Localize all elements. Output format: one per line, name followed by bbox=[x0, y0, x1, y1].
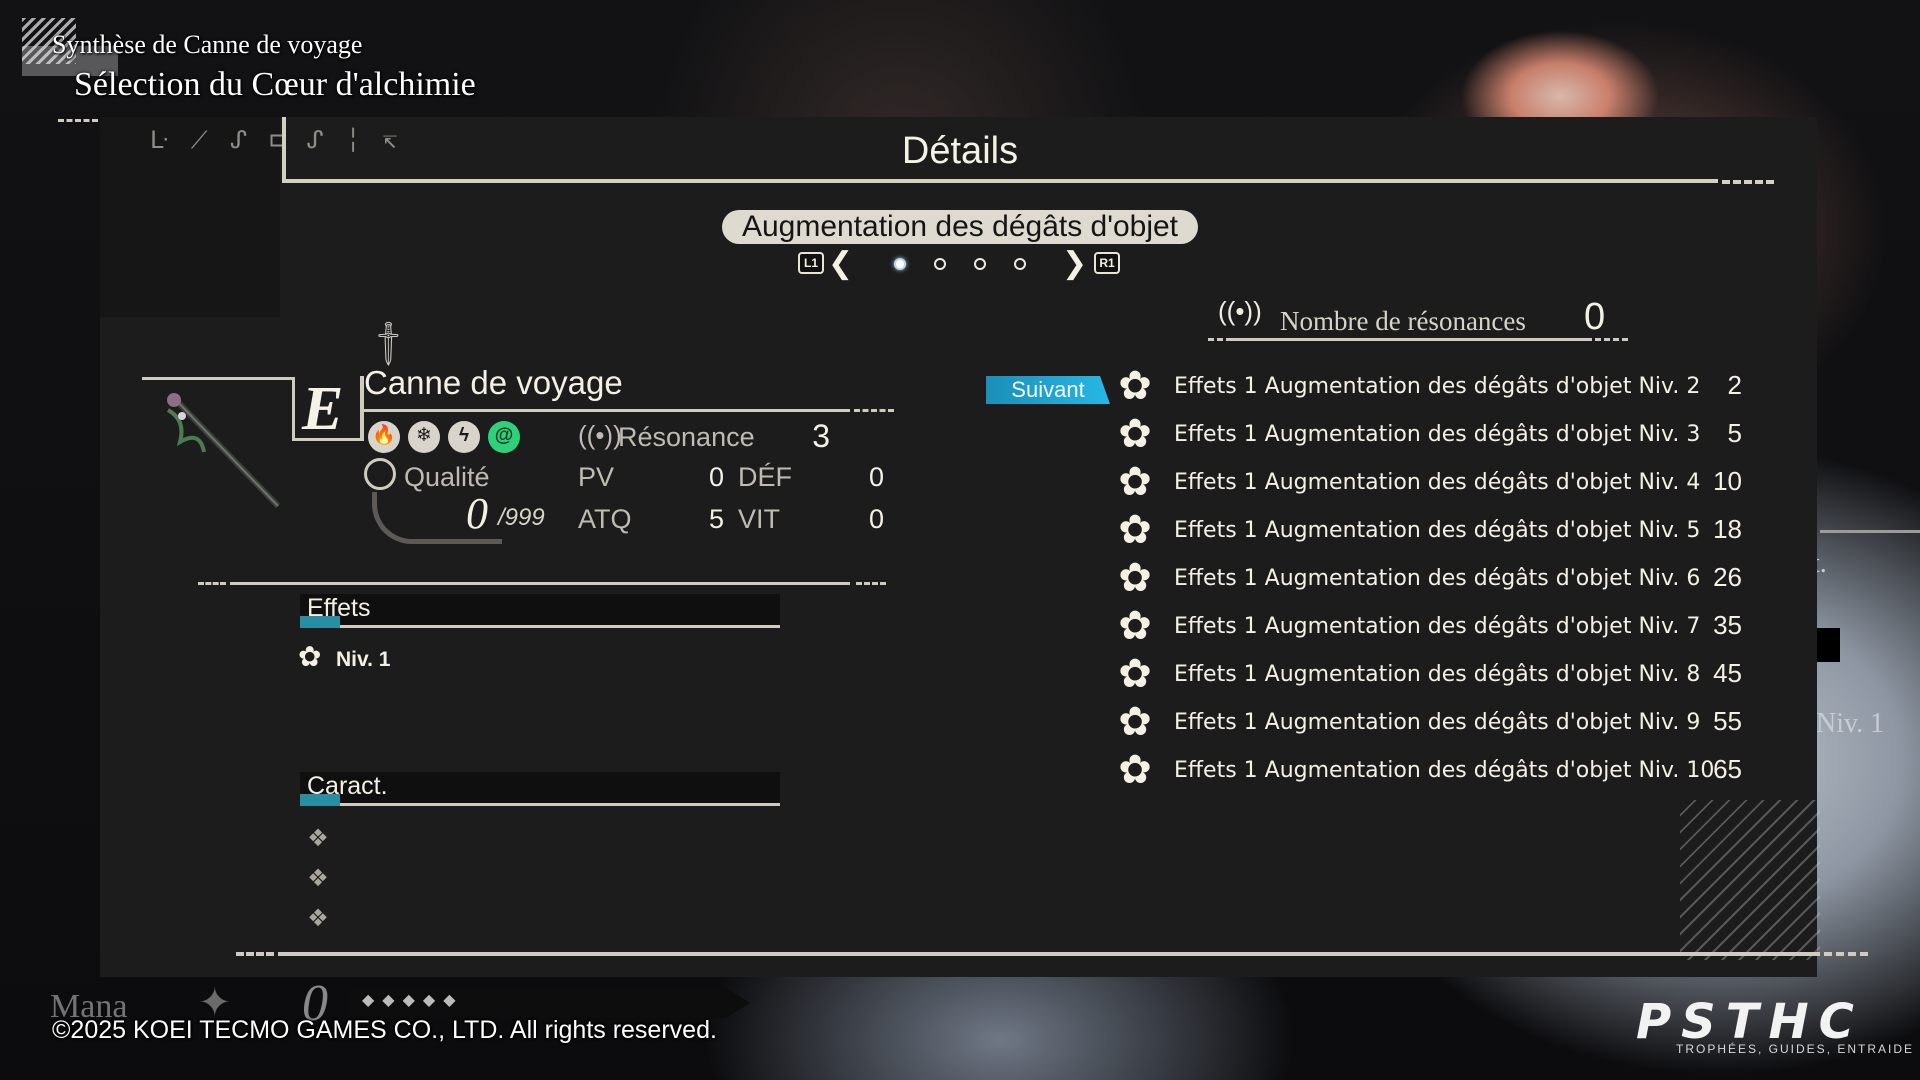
effect-row[interactable]: ✿ Effets 1 Augmentation des dégâts d'obje… bbox=[1112, 558, 1742, 598]
effect-clover-icon: ✿ bbox=[298, 641, 322, 672]
empty-trait-slot-icon[interactable]: ❖ bbox=[304, 905, 332, 933]
clover-icon: ✿ bbox=[1118, 700, 1152, 744]
r1-button-icon[interactable]: R1 bbox=[1094, 252, 1120, 274]
bottom-dash bbox=[236, 952, 274, 956]
l1-button-icon[interactable]: L1 bbox=[798, 252, 824, 274]
item-name-underline bbox=[364, 409, 850, 412]
clover-icon: ✿ bbox=[1118, 364, 1152, 408]
resonance-underline bbox=[1232, 338, 1592, 341]
effect-row[interactable]: ✿ Effets 1 Augmentation des dégâts d'obje… bbox=[1112, 750, 1742, 790]
stat-def-label: DÉF bbox=[738, 462, 792, 492]
ice-icon: ❄ bbox=[408, 421, 440, 453]
effect-row-text: Effets 1 Augmentation des dégâts d'objet… bbox=[1174, 566, 1701, 591]
clover-icon: ✿ bbox=[1118, 556, 1152, 600]
effect-row-text: Effets 1 Augmentation des dégâts d'objet… bbox=[1174, 374, 1701, 399]
clover-icon: ✿ bbox=[1118, 508, 1152, 552]
chevron-left-icon[interactable]: ❮ bbox=[828, 246, 853, 281]
clover-icon: ✿ bbox=[1118, 604, 1152, 648]
clover-icon: ✿ bbox=[1118, 652, 1152, 696]
effect-row-value: 55 bbox=[1713, 706, 1742, 736]
effect-row-value: 65 bbox=[1713, 754, 1742, 784]
effects-section-title: Effets bbox=[307, 594, 371, 622]
item-grade: E bbox=[302, 375, 344, 443]
stat-def-value: 0 bbox=[868, 462, 884, 492]
resonance-icon: ((•)) bbox=[578, 420, 622, 450]
mana-pips: ◆◆◆◆◆ bbox=[362, 992, 464, 1009]
resonance-count-label: Nombre de résonances bbox=[1280, 306, 1526, 336]
divider-line bbox=[230, 582, 850, 585]
resonance-icon: ((•)) bbox=[1218, 296, 1262, 326]
resonance-label: Résonance bbox=[618, 422, 755, 452]
effect-row[interactable]: ✿ Effets 1 Augmentation des dégâts d'obje… bbox=[1112, 414, 1742, 454]
item-name-dash bbox=[854, 409, 894, 412]
background-text-niv: Niv. 1 bbox=[1816, 708, 1885, 739]
effect-row-text: Effets 1 Augmentation des dégâts d'objet… bbox=[1174, 710, 1701, 735]
quality-max: /999 bbox=[498, 504, 545, 531]
stat-vit-value: 0 bbox=[868, 504, 884, 534]
clover-icon: ✿ bbox=[1118, 748, 1152, 792]
bottom-line bbox=[278, 952, 1820, 956]
stat-vit-label: VIT bbox=[738, 504, 781, 534]
quality-value: 0 bbox=[466, 489, 488, 538]
effect-level: Niv. 1 bbox=[336, 648, 391, 671]
item-frame-line bbox=[142, 377, 294, 380]
panel-title-dash bbox=[1722, 180, 1774, 184]
background-panel-edge bbox=[1820, 530, 1920, 533]
effect-row-value: 10 bbox=[1713, 466, 1742, 496]
effect-row-value: 35 bbox=[1713, 610, 1742, 640]
clover-icon: ✿ bbox=[1118, 460, 1152, 504]
empty-trait-slot-icon[interactable]: ❖ bbox=[304, 825, 332, 853]
effect-row-value: 18 bbox=[1713, 514, 1742, 544]
panel-diagonal-decoration bbox=[1680, 800, 1820, 960]
staff-image bbox=[166, 393, 281, 509]
effect-row-value: 26 bbox=[1713, 562, 1742, 592]
header-subtitle: Synthèse de Canne de voyage bbox=[52, 30, 363, 59]
pager-dot-3[interactable] bbox=[974, 258, 986, 270]
effect-row[interactable]: ✿ Effets 1 Augmentation des dégâts d'obje… bbox=[1112, 654, 1742, 694]
bottom-dash bbox=[1824, 952, 1868, 956]
copyright-text: ©2025 KOEI TECMO GAMES CO., LTD. All rig… bbox=[52, 1016, 717, 1044]
wind-icon: @ bbox=[488, 421, 520, 453]
effect-row-value: 2 bbox=[1727, 370, 1742, 400]
item-name: Canne de voyage bbox=[364, 364, 623, 401]
effect-row-text: Effets 1 Augmentation des dégâts d'objet… bbox=[1174, 758, 1715, 783]
fire-icon: 🔥 bbox=[368, 421, 400, 453]
divider-dash bbox=[856, 582, 886, 585]
chevron-right-icon[interactable]: ❯ bbox=[1062, 246, 1087, 281]
effect-row-text: Effets 1 Augmentation des dégâts d'objet… bbox=[1174, 614, 1701, 639]
divider-dash bbox=[198, 582, 226, 585]
pager-current-label: Augmentation des dégâts d'objet bbox=[722, 210, 1198, 244]
quality-icon bbox=[364, 458, 396, 490]
stat-pv-label: PV bbox=[578, 462, 615, 492]
lightning-icon: ϟ bbox=[448, 421, 480, 453]
stat-atq-label: ATQ bbox=[578, 504, 632, 534]
effect-row-text: Effets 1 Augmentation des dégâts d'objet… bbox=[1174, 470, 1701, 495]
empty-trait-slot-icon[interactable]: ❖ bbox=[304, 865, 332, 893]
effect-row-text: Effets 1 Augmentation des dégâts d'objet… bbox=[1174, 662, 1701, 687]
resonance-value: 3 bbox=[812, 418, 830, 454]
pager-dot-1[interactable] bbox=[894, 258, 906, 270]
effect-row[interactable]: ✿ Effets 1 Augmentation des dégâts d'obje… bbox=[1112, 510, 1742, 550]
effect-row-text: Effets 1 Augmentation des dégâts d'objet… bbox=[1174, 518, 1701, 543]
clover-icon: ✿ bbox=[1118, 412, 1152, 456]
effects-section-bar bbox=[300, 594, 780, 628]
effect-row[interactable]: ✿ Effets 1 Augmentation des dégâts d'obje… bbox=[1112, 702, 1742, 742]
panel-title: Détails bbox=[901, 130, 1019, 172]
effect-row-text: Effets 1 Augmentation des dégâts d'objet… bbox=[1174, 422, 1701, 447]
pager-dot-4[interactable] bbox=[1014, 258, 1026, 270]
resonance-count-value: 0 bbox=[1584, 296, 1606, 338]
header-dash bbox=[58, 119, 98, 122]
next-tag: Suivant bbox=[986, 376, 1110, 404]
pager-dot-2[interactable] bbox=[934, 258, 946, 270]
stat-atq-value: 5 bbox=[708, 504, 724, 534]
effect-row-value: 5 bbox=[1727, 418, 1742, 448]
effect-row[interactable]: ✿ Effets 1 Augmentation des dégâts d'obje… bbox=[1112, 366, 1742, 406]
traits-section-title: Caract. bbox=[307, 772, 388, 800]
effect-row-value: 45 bbox=[1713, 658, 1742, 688]
header-title: Sélection du Cœur d'alchimie bbox=[74, 66, 476, 103]
stat-pv-value: 0 bbox=[708, 462, 724, 492]
effect-row[interactable]: ✿ Effets 1 Augmentation des dégâts d'obje… bbox=[1112, 606, 1742, 646]
effect-row[interactable]: ✿ Effets 1 Augmentation des dégâts d'obje… bbox=[1112, 462, 1742, 502]
watermark-tagline: TROPHÉES, GUIDES, ENTRAIDE bbox=[1676, 1042, 1915, 1056]
